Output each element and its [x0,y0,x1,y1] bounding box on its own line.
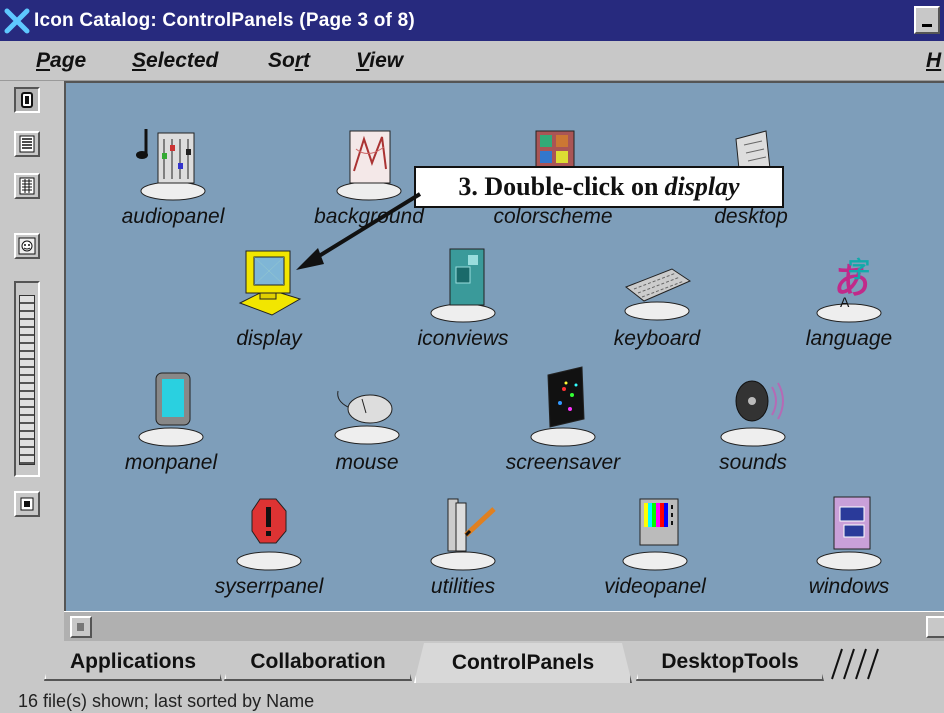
icon-label: iconviews [417,327,509,350]
menu-help[interactable]: H [926,49,941,73]
icon-label: audiopanel [121,205,225,228]
icon-label: desktop [714,205,788,228]
icon-monpanel[interactable]: monpanel [96,365,246,495]
large-icons-view-button[interactable] [14,87,40,113]
menu-selected[interactable]: Selected [132,49,218,73]
icon-label: videopanel [604,575,706,598]
square-icon [20,497,34,511]
icon-label: keyboard [613,327,701,350]
menu-sort[interactable]: Sort [268,49,310,73]
icon-windows[interactable]: windows [774,489,924,619]
view-toolbar [0,81,44,641]
small-toggle-button[interactable] [14,491,40,517]
icon-audiopanel[interactable]: audiopanel [98,119,248,249]
callout-text: 3. Double-click on [458,172,659,201]
horizontal-scrollbar[interactable] [64,611,944,641]
icon-size-slider[interactable] [14,281,40,477]
callout-target: display [664,172,740,201]
grid-view-icon [19,177,35,195]
icon-syserrpanel[interactable]: syserrpanel [194,489,344,619]
window-title: Icon Catalog: ControlPanels (Page 3 of 8… [34,9,415,31]
detail-view-button[interactable] [14,173,40,199]
utilities-icon [430,498,496,571]
face-view-button[interactable] [14,233,40,259]
icon-screensaver[interactable]: screensaver [488,365,638,495]
audiopanel-icon [136,129,206,201]
callout-arrow-icon [296,192,422,270]
mouse-icon [334,390,400,445]
svg-text:A: A [840,294,850,310]
menu-page[interactable]: Page [36,49,86,73]
videopanel-icon [622,498,688,571]
keyboard-icon [624,268,692,321]
monpanel-icon [138,372,204,447]
face-icon [18,237,36,255]
tab-desktoptools[interactable]: DesktopTools [636,645,824,681]
list-view-button[interactable] [14,131,40,157]
language-icon: あ 字 A [816,257,882,323]
icon-mouse[interactable]: mouse [292,365,442,495]
large-icon-view-icon [21,92,33,108]
icon-language[interactable]: あ 字 A language [774,241,924,371]
status-bar: 16 file(s) shown; last sorted by Name [0,683,944,713]
svg-text:字: 字 [848,257,870,282]
sounds-icon [720,380,786,447]
syserrpanel-icon [236,498,302,571]
slider-knob[interactable] [19,295,35,465]
menu-bar: Page Selected Sort View H [0,41,944,81]
icon-label: sounds [719,451,787,474]
icon-label: colorscheme [493,205,613,228]
icon-label: screensaver [505,451,621,474]
menu-view[interactable]: View [356,49,403,73]
windows-icon [816,496,882,571]
icon-label: display [236,327,302,350]
icon-keyboard[interactable]: keyboard [582,241,732,371]
list-view-icon [19,135,35,153]
iconviews-icon [430,248,496,323]
icon-viewport: audiopanel background colorscheme deskto… [64,81,944,611]
tab-collaboration[interactable]: Collaboration [224,645,412,681]
icon-videopanel[interactable]: videopanel [580,489,730,619]
icon-label: language [805,327,893,350]
tab-applications[interactable]: Applications [44,645,222,681]
scroll-right-button[interactable] [926,616,944,638]
minimize-button[interactable] [914,6,940,34]
tab-controlpanels[interactable]: ControlPanels [414,643,632,683]
title-bar: Icon Catalog: ControlPanels (Page 3 of 8… [0,0,944,41]
instruction-callout: 3. Double-click on display [414,166,784,208]
icon-label: windows [808,575,890,598]
window-menu-icon[interactable] [0,0,34,41]
more-tabs-icon[interactable] [824,647,884,681]
icon-sounds[interactable]: sounds [678,365,828,495]
icon-label: utilities [430,575,496,598]
icon-label: syserrpanel [214,575,324,598]
scroll-left-button[interactable] [70,616,92,638]
screensaver-icon [530,366,596,447]
icon-label: monpanel [124,451,218,474]
icon-label: mouse [335,451,399,474]
icon-utilities[interactable]: utilities [388,489,538,619]
catalog-tabs: Applications Collaboration ControlPanels… [0,641,944,683]
